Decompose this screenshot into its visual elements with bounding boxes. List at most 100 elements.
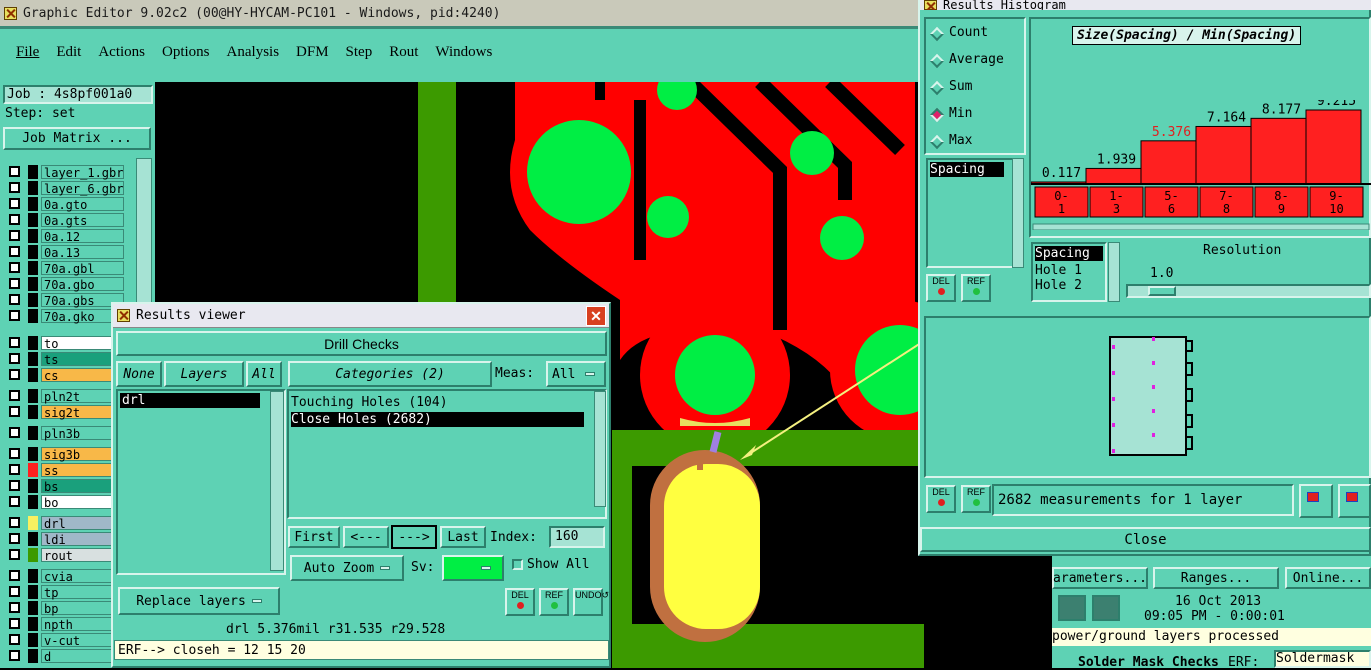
online-button[interactable]: Online... xyxy=(1285,567,1371,589)
layer-name[interactable]: 0a.13 xyxy=(41,244,124,260)
layer-results-scrollbar[interactable] xyxy=(270,391,284,571)
layer-name[interactable]: ss xyxy=(41,462,113,478)
layer-checkbox[interactable] xyxy=(9,586,20,597)
del-button[interactable]: DEL xyxy=(505,588,535,616)
zoom-fit-icon[interactable] xyxy=(1299,484,1333,518)
layer-checkbox[interactable] xyxy=(9,294,20,305)
layer-name[interactable]: tp xyxy=(41,584,113,600)
layer-checkbox[interactable] xyxy=(9,262,20,273)
preview-ref-button[interactable]: REF xyxy=(961,485,991,513)
layer-row[interactable]: pln3b xyxy=(8,425,113,441)
category-item-selected[interactable]: Close Holes (2682) xyxy=(291,412,584,427)
bin-list[interactable]: Spacing Hole 1 Hole 2 xyxy=(1031,242,1107,302)
layer-row[interactable]: bp xyxy=(8,600,113,616)
layer-row[interactable]: tp xyxy=(8,584,113,600)
layer-name[interactable]: layer_6.gbr xyxy=(41,180,125,196)
histogram-bar[interactable] xyxy=(1305,109,1362,185)
layer-row[interactable]: ts xyxy=(8,351,113,367)
slider-handle[interactable] xyxy=(1148,286,1176,296)
layer-checkbox[interactable] xyxy=(9,246,20,257)
menu-analysis[interactable]: Analysis xyxy=(227,44,280,61)
prev-button[interactable]: <--- xyxy=(343,526,389,548)
layer-row[interactable]: pln2t xyxy=(8,388,113,404)
histogram-chart[interactable]: 0.1170-11.9391-35.3765-67.1647-88.1778-9… xyxy=(1031,100,1371,230)
histogram-bar[interactable] xyxy=(1085,167,1142,185)
hist-del-button[interactable]: DEL xyxy=(926,274,956,302)
all-button[interactable]: All xyxy=(246,361,282,387)
layer-row[interactable]: 0a.13 xyxy=(8,244,124,260)
first-button[interactable]: First xyxy=(288,526,340,548)
layer-checkbox[interactable] xyxy=(9,480,20,491)
layer-checkbox[interactable] xyxy=(9,230,20,241)
layer-name[interactable]: 70a.gbo xyxy=(41,276,124,292)
main-titlebar[interactable]: Graphic Editor 9.02c2 (00@HY-HYCAM-PC101… xyxy=(0,0,920,26)
layer-checkbox[interactable] xyxy=(9,182,20,193)
layer-list-scrollbar[interactable] xyxy=(136,158,152,324)
layer-row[interactable]: rout xyxy=(8,547,113,563)
histogram-bar[interactable] xyxy=(1140,140,1197,185)
histogram-titlebar[interactable]: Results Histogram xyxy=(920,0,1371,10)
layer-checkbox[interactable] xyxy=(9,406,20,417)
layer-checkbox[interactable] xyxy=(9,533,20,544)
layer-checkbox[interactable] xyxy=(9,353,20,364)
menu-rout[interactable]: Rout xyxy=(389,44,418,61)
histogram-bar[interactable] xyxy=(1250,117,1307,185)
layer-checkbox[interactable] xyxy=(9,650,20,661)
layer-row[interactable]: ldi xyxy=(8,531,113,547)
layer-checkbox[interactable] xyxy=(9,427,20,438)
layer-row[interactable]: cvia xyxy=(8,568,113,584)
stop-icon[interactable] xyxy=(1092,595,1120,621)
category-scrollbar[interactable] xyxy=(594,391,606,507)
none-button[interactable]: None xyxy=(116,361,162,387)
ref-button[interactable]: REF xyxy=(539,588,569,616)
last-button[interactable]: Last xyxy=(440,526,486,548)
bin-item-spacing[interactable]: Spacing xyxy=(1035,246,1103,261)
layer-checkbox[interactable] xyxy=(9,214,20,225)
layer-checkbox[interactable] xyxy=(9,517,20,528)
layer-name[interactable]: 0a.gto xyxy=(41,196,124,212)
run-icon[interactable] xyxy=(1058,595,1086,621)
layer-checkbox[interactable] xyxy=(9,634,20,645)
category-item[interactable]: Touching Holes (104) xyxy=(291,395,605,410)
chart-scrollbar[interactable] xyxy=(1032,223,1370,230)
layer-row[interactable]: 0a.gts xyxy=(8,212,124,228)
layer-checkbox[interactable] xyxy=(9,549,20,560)
results-viewer-titlebar[interactable]: Results viewer xyxy=(113,304,609,328)
layer-checkbox[interactable] xyxy=(9,198,20,209)
layer-row[interactable]: to xyxy=(8,335,113,351)
close-icon[interactable]: ✕ xyxy=(586,306,606,326)
layer-row[interactable]: bo xyxy=(8,494,113,510)
layer-name[interactable]: ts xyxy=(41,351,113,367)
layer-checkbox[interactable] xyxy=(9,310,20,321)
layer-name[interactable]: pln2t xyxy=(41,388,113,404)
layer-row[interactable]: 70a.gbo xyxy=(8,276,124,292)
soldermask-field[interactable]: Soldermask xyxy=(1274,650,1371,668)
bin-item-hole2[interactable]: Hole 2 xyxy=(1035,278,1105,293)
replace-layers-select[interactable]: Replace layers xyxy=(118,587,280,615)
layer-name[interactable]: to xyxy=(41,335,113,351)
layer-row[interactable]: 0a.12 xyxy=(8,228,124,244)
layer-name[interactable]: sig2t xyxy=(41,404,113,420)
layer-name[interactable]: bs xyxy=(41,478,113,494)
menu-dfm[interactable]: DFM xyxy=(296,44,329,61)
layer-row[interactable]: sig3b xyxy=(8,446,113,462)
layer-checkbox[interactable] xyxy=(9,337,20,348)
hist-ref-button[interactable]: REF xyxy=(961,274,991,302)
layer-name[interactable]: cs xyxy=(41,367,113,383)
layer-checkbox[interactable] xyxy=(9,618,20,629)
layer-checkbox[interactable] xyxy=(9,166,20,177)
job-matrix-button[interactable]: Job Matrix ... xyxy=(3,127,151,150)
layer-row[interactable]: 70a.gbl xyxy=(8,260,124,276)
layer-checkbox[interactable] xyxy=(9,464,20,475)
parameters-button[interactable]: arameters... xyxy=(1052,567,1148,589)
next-button[interactable]: ---> xyxy=(391,525,437,549)
metric-item-spacing[interactable]: Spacing xyxy=(930,162,1004,177)
layer-name[interactable]: 0a.gts xyxy=(41,212,124,228)
layer-row[interactable]: layer_1.gbr xyxy=(8,164,125,180)
metric-list[interactable]: Spacing xyxy=(926,158,1014,268)
histogram-bar[interactable] xyxy=(1195,125,1252,185)
categories-button[interactable]: Categories (2) xyxy=(288,361,492,387)
layers-button[interactable]: Layers xyxy=(164,361,244,387)
layer-checkbox[interactable] xyxy=(9,278,20,289)
layer-checkbox[interactable] xyxy=(9,602,20,613)
